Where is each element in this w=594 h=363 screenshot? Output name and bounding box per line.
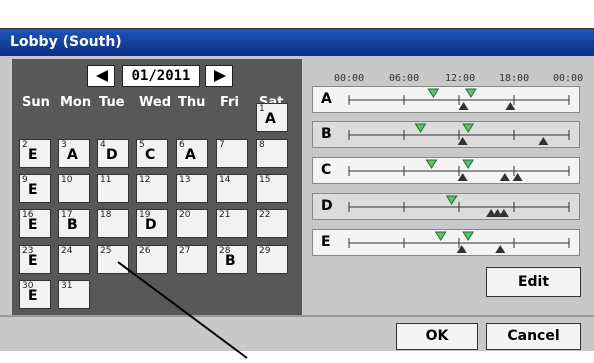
annotation-pointer-line [117, 261, 248, 359]
